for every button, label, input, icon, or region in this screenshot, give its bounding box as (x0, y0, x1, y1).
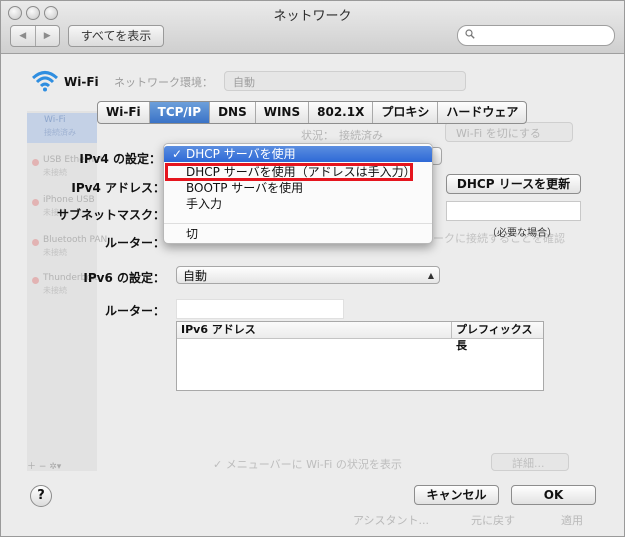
sidebar-item-label: Wi-Fi (44, 115, 66, 125)
menu-item-label: 手入力 (186, 197, 223, 211)
ipv6-router-field (176, 299, 344, 319)
assistant-button-ghost: アシスタント... (353, 514, 430, 527)
column-header-ipv6-address[interactable]: IPv6 アドレス (177, 322, 451, 338)
updown-arrows-icon: ▲ (427, 271, 434, 280)
status-dot-icon (32, 239, 39, 246)
sidebar-item-sub: 未接続 (43, 168, 67, 177)
ipv6-config-label: IPv6 の設定： (83, 271, 165, 285)
help-button[interactable]: ? (30, 485, 52, 507)
sidebar-item-label: iPhone USB (43, 195, 95, 205)
tab-dns[interactable]: DNS (209, 102, 255, 123)
service-selected-ghost: Wi-Fi 接続済み (27, 113, 97, 143)
search-icon (465, 29, 475, 39)
menu-item-label: BOOTP サーバを使用 (186, 181, 304, 195)
tab-wins[interactable]: WINS (254, 102, 308, 123)
network-name: Wi-Fi (64, 75, 99, 89)
sidebar-item-sub: 未接続 (43, 286, 67, 295)
back-forward-control: ◀ ▶ (10, 25, 60, 47)
tcpip-tab-bar: Wi-Fi TCP/IP DNS WINS 802.1X プロキシ ハードウェア (97, 101, 528, 124)
search-field[interactable] (457, 25, 615, 46)
ipv6-config-popup[interactable]: 自動 ▲ (176, 266, 440, 284)
show-status-label-ghost: メニューバーに Wi-Fi の状況を表示 (225, 458, 402, 471)
sidebar-item-sub: 接続済み (44, 128, 76, 137)
highlight-annotation-box (165, 163, 413, 181)
client-id-hint: （必要な場合） (487, 228, 557, 239)
ipv4-config-label: IPv4 の設定： (79, 152, 161, 166)
show-status-ghost: ✓ メニューバーに Wi-Fi の状況を表示 (213, 458, 402, 471)
dhcp-client-id-field[interactable] (446, 201, 581, 221)
ipv6-address-table: IPv6 アドレス プレフィックス長 (176, 321, 544, 391)
tab-hardware[interactable]: ハードウェア (437, 102, 526, 123)
ipv4-config-menu: ✓ DHCP サーバを使用 DHCP サーバを使用（アドレスは手入力） BOOT… (163, 143, 433, 244)
menu-item-dhcp[interactable]: ✓ DHCP サーバを使用 (164, 146, 432, 162)
menu-item-bootp[interactable]: BOOTP サーバを使用 (164, 180, 432, 196)
forward-button[interactable]: ▶ (34, 26, 60, 46)
status-value-ghost: 接続済み (339, 129, 383, 142)
menu-item-label: 切 (186, 227, 199, 241)
location-label-ghost: ネットワーク環境： (114, 76, 213, 89)
ok-button[interactable]: OK (511, 485, 596, 505)
service-add-remove-ghost: ＋ − ✲▾ (27, 462, 62, 472)
status-dot-icon (32, 277, 39, 284)
renew-dhcp-lease-button[interactable]: DHCP リースを更新 (446, 174, 581, 194)
tab-wifi[interactable]: Wi-Fi (98, 102, 149, 123)
subnet-mask-label: サブネットマスク： (56, 208, 165, 222)
wifi-icon (32, 71, 58, 92)
wifi-off-label-ghost: Wi-Fi を切にする (456, 127, 541, 140)
router-label: ルーター： (104, 236, 165, 250)
back-button[interactable]: ◀ (11, 26, 35, 46)
menu-item-label: DHCP サーバを使用 (186, 147, 296, 161)
menu-item-off[interactable]: 切 (164, 226, 432, 242)
status-dot-icon (32, 199, 39, 206)
ipv6-config-value: 自動 (183, 269, 208, 283)
status-dot-icon (32, 159, 39, 166)
tab-8021x[interactable]: 802.1X (308, 102, 372, 123)
revert-button-ghost: 元に戻す (471, 514, 515, 527)
ipv4-address-label: IPv4 アドレス： (71, 181, 165, 195)
tab-proxy[interactable]: プロキシ (372, 102, 437, 123)
show-all-button[interactable]: すべてを表示 (68, 25, 164, 47)
wifi-off-button-ghost: Wi-Fi を切にする (445, 122, 573, 142)
network-preferences-window: ネットワーク ◀ ▶ すべてを表示 Wi-Fi ネットワーク環境： 自動 Wi-… (0, 0, 625, 537)
status-label-ghost: 状況： (301, 129, 334, 142)
advanced-button-ghost: 詳細... (491, 453, 569, 471)
window-title: ネットワーク (273, 9, 352, 24)
menu-item-manual[interactable]: 手入力 (164, 196, 432, 212)
apply-button-ghost: 適用 (561, 514, 583, 527)
checkmark-icon: ✓ (172, 147, 183, 161)
advanced-label-ghost: 詳細... (512, 457, 545, 470)
tab-tcpip[interactable]: TCP/IP (148, 102, 210, 123)
titlebar: ネットワーク ◀ ▶ すべてを表示 (1, 1, 624, 54)
location-popup-ghost: 自動 (224, 71, 466, 91)
column-header-prefix-length[interactable]: プレフィックス長 (451, 322, 543, 352)
ipv6-router-label: ルーター： (104, 304, 165, 318)
location-value-ghost: 自動 (233, 76, 255, 89)
menu-separator (164, 223, 432, 224)
ipv6-table-header: IPv6 アドレス プレフィックス長 (177, 322, 543, 352)
cancel-button[interactable]: キャンセル (414, 485, 499, 505)
